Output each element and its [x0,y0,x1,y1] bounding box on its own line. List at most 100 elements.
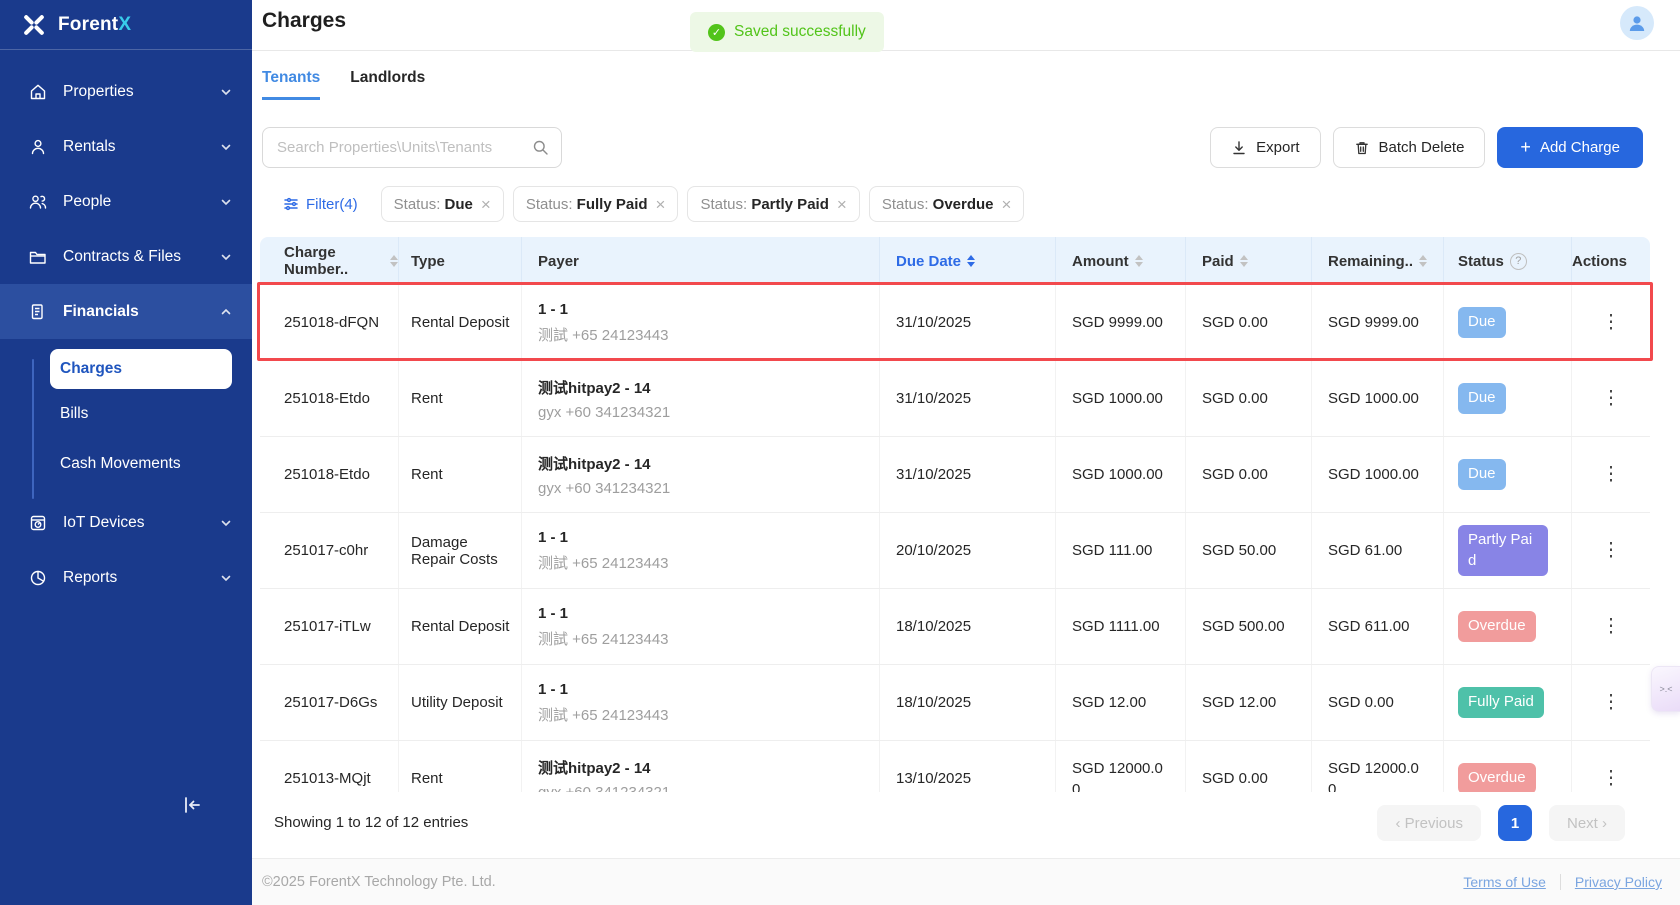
chip-close-icon[interactable]: × [481,196,491,213]
avatar[interactable] [1620,6,1654,40]
sort-icon[interactable] [390,255,398,267]
sort-icon[interactable] [1240,255,1248,267]
device-icon [28,513,48,533]
filter-bar: Filter(4) Status: Due × Status: Fully Pa… [283,186,1024,222]
table-row[interactable]: 251017-c0hr Damage Repair Costs 1 - 1 测試… [260,513,1650,589]
chip-close-icon[interactable]: × [656,196,666,213]
cell-type: Damage Repair Costs [399,513,522,588]
status-badge: Overdue [1458,611,1536,641]
folder-icon [28,247,48,267]
row-actions-menu[interactable]: ⋮ [1592,383,1631,414]
export-button[interactable]: Export [1210,127,1320,168]
sort-icon[interactable] [1419,255,1427,267]
divider [1560,874,1561,890]
toast-success: ✓ Saved successfully [690,12,884,52]
cell-paid: SGD 500.00 [1202,616,1291,637]
row-actions-menu[interactable]: ⋮ [1592,687,1631,718]
export-label: Export [1256,139,1299,156]
chip-close-icon[interactable]: × [837,196,847,213]
sidebar-item-bills[interactable]: Bills [0,389,252,439]
tab-bar: Tenants Landlords [262,62,425,100]
sidebar-item-label: People [63,193,220,211]
add-charge-label: Add Charge [1540,139,1620,156]
table-row[interactable]: 251018-Etdo Rent 测试hitpay2 - 14 gyx +60 … [260,361,1650,437]
page-footer: ©2025 ForentX Technology Pte. Ltd. Terms… [252,858,1680,905]
sidebar-item-label: Contracts & Files [63,248,220,266]
column-header-actions: Actions [1572,237,1650,285]
status-badge: Fully Paid [1458,687,1544,717]
column-header-remaining[interactable]: Remaining.. [1312,237,1444,285]
sidebar-nav: Properties Rentals People [0,50,252,605]
column-header-amount[interactable]: Amount [1056,237,1186,285]
sidebar-item-charges[interactable]: Charges [50,349,232,389]
cell-payer: 测试hitpay2 - 14 gyx +60 341234321 [522,361,880,436]
document-icon [28,302,48,322]
previous-page-button[interactable]: ‹ Previous [1377,805,1481,841]
table-row[interactable]: 251018-dFQN Rental Deposit 1 - 1 测試 +65 … [260,285,1650,361]
cell-payer: 测试hitpay2 - 14 gyx +60 341234321 [522,741,880,792]
batch-delete-button[interactable]: Batch Delete [1333,127,1486,168]
cell-paid: SGD 0.00 [1202,312,1291,333]
cell-payer: 1 - 1 测試 +65 24123443 [522,285,880,360]
chevron-down-icon [220,196,232,208]
page-number-button[interactable]: 1 [1498,805,1532,841]
column-header-paid[interactable]: Paid [1186,237,1312,285]
table-row[interactable]: 251013-MQjt Rent 测试hitpay2 - 14 gyx +60 … [260,741,1650,792]
toolbar-actions: Export Batch Delete + Add Charge [1210,127,1643,168]
filter-button[interactable]: Filter(4) [283,196,358,213]
row-actions-menu[interactable]: ⋮ [1592,611,1631,642]
row-actions-menu[interactable]: ⋮ [1592,459,1631,490]
cell-paid: SGD 12.00 [1202,692,1291,713]
cell-remaining: SGD 61.00 [1328,540,1423,561]
privacy-policy-link[interactable]: Privacy Policy [1575,874,1662,890]
sidebar-item-label: Financials [63,303,220,321]
person-icon [28,137,48,157]
download-icon [1231,140,1247,156]
feedback-widget-tab[interactable]: >.< [1651,666,1680,712]
sidebar-item-label: Properties [63,83,220,101]
plus-icon: + [1520,137,1531,158]
cell-remaining: SGD 12000.00 [1328,758,1423,793]
tab-tenants[interactable]: Tenants [262,62,320,100]
sort-icon[interactable] [967,255,975,267]
cell-payer: 1 - 1 测試 +65 24123443 [522,665,880,740]
help-icon[interactable]: ? [1510,253,1527,270]
next-page-button[interactable]: Next › [1549,805,1625,841]
column-header-due-date[interactable]: Due Date [880,237,1056,285]
pagination: ‹ Previous 1 Next › [1377,805,1625,841]
tab-landlords[interactable]: Landlords [350,62,425,100]
sidebar-item-iot-devices[interactable]: IoT Devices [0,495,252,550]
filter-icon [283,196,299,212]
cell-remaining: SGD 1000.00 [1328,388,1423,409]
cell-type: Rental Deposit [399,589,522,664]
table-row[interactable]: 251017-D6Gs Utility Deposit 1 - 1 测試 +65… [260,665,1650,741]
search-input[interactable] [262,127,562,168]
add-charge-button[interactable]: + Add Charge [1497,127,1643,168]
toast-message: Saved successfully [734,23,866,41]
sidebar-item-properties[interactable]: Properties [0,64,252,119]
sidebar-item-contracts-files[interactable]: Contracts & Files [0,229,252,284]
chip-close-icon[interactable]: × [1002,196,1012,213]
column-header-charge-number[interactable]: Charge Number.. [260,237,399,285]
chevron-down-icon [220,251,232,263]
sidebar-item-rentals[interactable]: Rentals [0,119,252,174]
check-icon: ✓ [708,24,725,41]
cell-amount: SGD 12000.00 [1072,758,1165,793]
cell-due-date: 31/10/2025 [880,285,1056,360]
row-actions-menu[interactable]: ⋮ [1592,535,1631,566]
sort-icon[interactable] [1135,255,1143,267]
table-row[interactable]: 251017-iTLw Rental Deposit 1 - 1 测試 +65 … [260,589,1650,665]
cell-type: Rent [399,741,522,792]
row-actions-menu[interactable]: ⋮ [1592,307,1631,338]
app-logo[interactable]: ForentX [0,0,252,50]
sidebar-item-cash-movements[interactable]: Cash Movements [0,439,252,489]
terms-of-use-link[interactable]: Terms of Use [1463,874,1545,890]
sidebar-item-people[interactable]: People [0,174,252,229]
sidebar-item-financials[interactable]: Financials [0,284,252,339]
sidebar: ForentX Properties Rentals People [0,0,252,905]
sidebar-item-reports[interactable]: Reports [0,550,252,605]
collapse-sidebar-button[interactable] [180,791,210,819]
table-row[interactable]: 251018-Etdo Rent 测试hitpay2 - 14 gyx +60 … [260,437,1650,513]
search-box [262,127,562,168]
row-actions-menu[interactable]: ⋮ [1592,763,1631,792]
